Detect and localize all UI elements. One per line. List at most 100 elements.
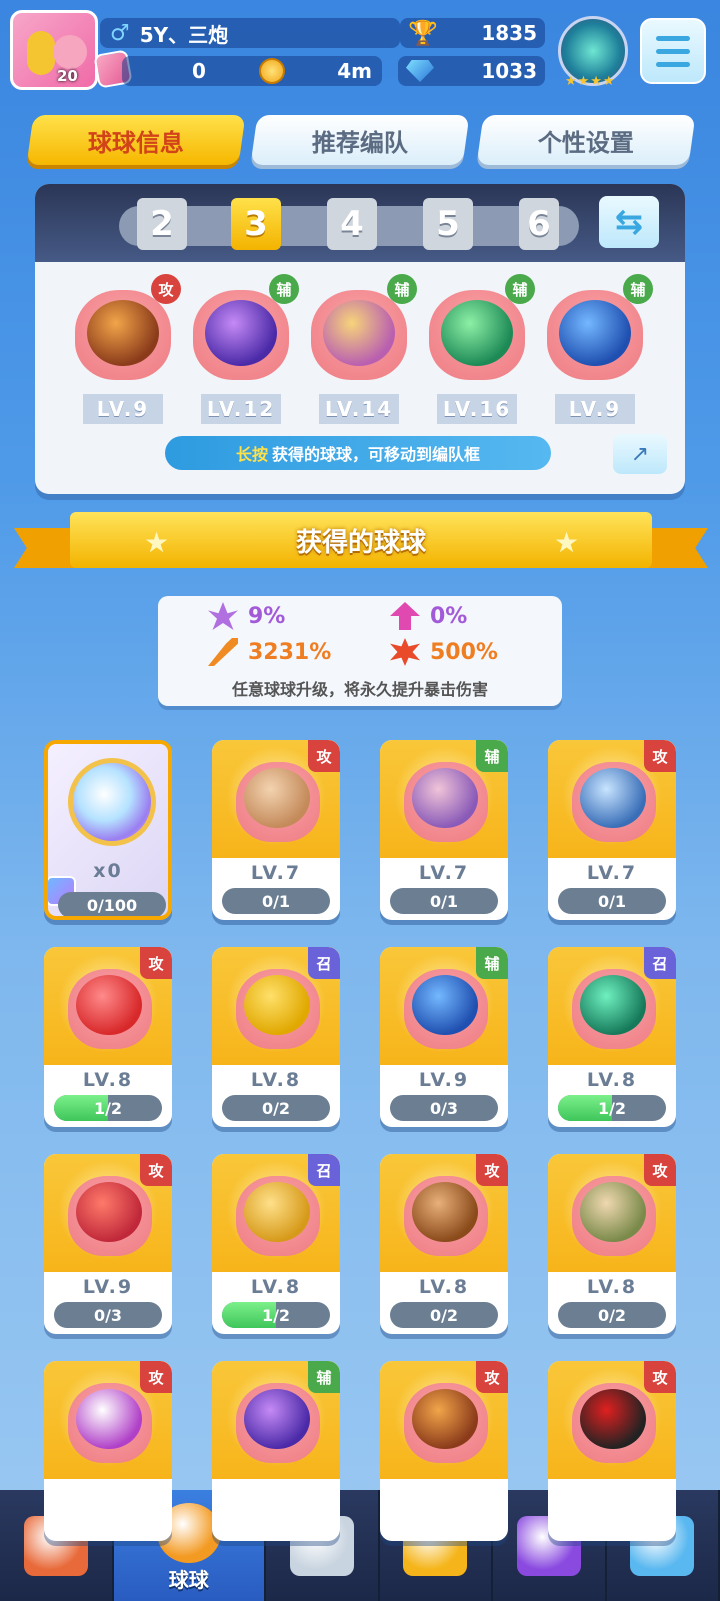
progress-text: 0/3 xyxy=(93,1305,123,1325)
ball-orb-icon xyxy=(441,300,513,366)
trophy-icon: 🏆 xyxy=(408,19,438,47)
upgrade-progress-bar: 0/3 xyxy=(54,1302,162,1328)
shard-count: x0 xyxy=(93,860,123,882)
ball-card[interactable]: 攻 xyxy=(44,1361,172,1541)
crit-rate-stat: 9% xyxy=(208,596,285,636)
gem-add-icon[interactable] xyxy=(406,60,434,82)
coin-count: 0 xyxy=(192,59,206,83)
rank-badge-icon[interactable]: ★★★★ xyxy=(558,16,628,89)
ball-role-tag: 攻 xyxy=(140,1154,172,1186)
gem-bar: 1033 xyxy=(398,56,545,86)
menu-line xyxy=(656,35,690,41)
progress-text: 0/1 xyxy=(597,891,627,911)
ball-role-tag: 攻 xyxy=(644,1154,676,1186)
ball-role-tag: 辅 xyxy=(308,1361,340,1393)
tab-recommended-team[interactable]: 推荐编队 xyxy=(250,115,470,165)
ball-role-tag: 攻 xyxy=(140,1361,172,1393)
upgrade-progress-bar: 0/1 xyxy=(222,888,330,914)
ball-orb-icon xyxy=(244,768,310,828)
ball-level: LV.9 xyxy=(418,1069,470,1091)
upgrade-note: 任意球球升级，将永久提升暴击伤害 xyxy=(231,680,488,699)
ball-card[interactable]: 攻 LV.9 0/3 xyxy=(44,1154,172,1334)
ball-role-tag: 召 xyxy=(308,947,340,979)
share-icon[interactable]: ↗ xyxy=(613,434,667,474)
tab-ball-info[interactable]: 球球信息 xyxy=(26,115,246,165)
attack-stat: 3231% xyxy=(208,632,331,672)
ball-card[interactable]: 攻 xyxy=(548,1361,676,1541)
ball-orb-icon xyxy=(580,768,646,828)
ball-level: LV.9 xyxy=(555,394,635,424)
ball-orb-icon xyxy=(580,1389,646,1449)
ball-card[interactable]: 攻 xyxy=(380,1361,508,1541)
tab-personal-settings[interactable]: 个性设置 xyxy=(476,115,696,165)
ball-level: LV.12 xyxy=(201,394,281,424)
ball-card[interactable]: 攻 LV.7 0/1 xyxy=(548,740,676,920)
ball-role-tag: 攻 xyxy=(140,947,172,979)
ball-level: LV.7 xyxy=(418,862,470,884)
ball-role-tag: 攻 xyxy=(644,1361,676,1393)
ball-card[interactable]: 召 LV.8 1/2 xyxy=(548,947,676,1127)
ball-level: LV.8 xyxy=(586,1276,638,1298)
team-ball[interactable]: 辅 xyxy=(191,274,299,384)
coin-add-icon[interactable] xyxy=(258,58,285,84)
upgrade-progress-bar: 1/2 xyxy=(558,1095,666,1121)
ball-role-tag: 辅 xyxy=(387,274,417,304)
ball-role-tag: 召 xyxy=(308,1154,340,1186)
progress-text: 1/2 xyxy=(261,1305,291,1325)
menu-button[interactable] xyxy=(640,18,706,84)
ball-role-tag: 攻 xyxy=(476,1154,508,1186)
upgrade-progress-bar: 0/2 xyxy=(222,1095,330,1121)
ball-role-tag: 攻 xyxy=(308,740,340,772)
ball-orb-icon xyxy=(244,1182,310,1242)
ball-orb-icon xyxy=(244,1389,310,1449)
player-level: 20 xyxy=(57,67,78,85)
upgrade-progress-bar: 0/1 xyxy=(390,888,498,914)
avatar-pig-icon xyxy=(53,35,87,69)
universal-shard-card[interactable]: x0 0/100 xyxy=(44,740,172,920)
trophy-count: 1835 xyxy=(481,21,537,45)
swap-icon[interactable]: ⇆ xyxy=(599,196,659,248)
star-icon: ★ xyxy=(144,526,170,559)
ball-card[interactable]: 攻 LV.8 0/2 xyxy=(548,1154,676,1334)
ball-level: LV.7 xyxy=(586,862,638,884)
team-ball[interactable]: 辅 xyxy=(427,274,535,384)
team-slot-5[interactable]: 5 xyxy=(423,198,473,250)
team-slot-4[interactable]: 4 xyxy=(327,198,377,250)
team-slot-6[interactable]: 6 xyxy=(519,198,559,250)
ball-card[interactable]: 召 LV.8 1/2 xyxy=(212,1154,340,1334)
ball-card[interactable]: 召 LV.8 0/2 xyxy=(212,947,340,1127)
progress-text: 1/2 xyxy=(597,1098,627,1118)
team-slot-2[interactable]: 2 xyxy=(137,198,187,250)
gem-count: 1033 xyxy=(481,59,537,83)
tab-label: 推荐编队 xyxy=(312,128,408,157)
ball-level: LV.7 xyxy=(250,862,302,884)
ball-card[interactable]: 辅 LV.7 0/1 xyxy=(380,740,508,920)
crit-damage-value: 500% xyxy=(430,639,498,665)
team-ball[interactable]: 攻 xyxy=(73,274,181,384)
attack-value: 3231% xyxy=(248,639,332,665)
team-panel: 2 3 4 5 6 ⇆ 攻 LV.9 辅 LV.12 辅 LV.14 辅 LV.16 辅 LV.9… xyxy=(35,184,685,494)
ball-level: LV.8 xyxy=(586,1069,638,1091)
ball-card[interactable]: 辅 xyxy=(212,1361,340,1541)
crit-up-stat: 0% xyxy=(390,596,467,636)
team-ball[interactable]: 辅 xyxy=(309,274,417,384)
ball-orb-icon xyxy=(580,975,646,1035)
ball-orb-icon xyxy=(412,1182,478,1242)
ball-level: LV.8 xyxy=(250,1276,302,1298)
player-avatar[interactable]: 20 xyxy=(10,10,98,90)
ball-orb-icon xyxy=(76,1389,142,1449)
drag-hint: 长按 获得的球球，可移动到编队框 xyxy=(165,436,551,470)
ball-level: LV.16 xyxy=(437,394,517,424)
upgrade-progress-bar: 1/2 xyxy=(222,1302,330,1328)
ball-card[interactable]: 攻 LV.7 0/1 xyxy=(212,740,340,920)
ball-card[interactable]: 攻 LV.8 0/2 xyxy=(380,1154,508,1334)
arrow-up-icon xyxy=(390,602,420,630)
upgrade-progress-bar: 0/2 xyxy=(390,1302,498,1328)
nav-label: 球球 xyxy=(168,1568,209,1592)
ball-card[interactable]: 攻 LV.8 1/2 xyxy=(44,947,172,1127)
hint-text: 获得的球球，可移动到编队框 xyxy=(272,445,481,464)
ball-card[interactable]: 辅 LV.9 0/3 xyxy=(380,947,508,1127)
team-slot-3[interactable]: 3 xyxy=(231,198,281,250)
team-ball[interactable]: 辅 xyxy=(545,274,653,384)
ball-orb-icon xyxy=(76,975,142,1035)
